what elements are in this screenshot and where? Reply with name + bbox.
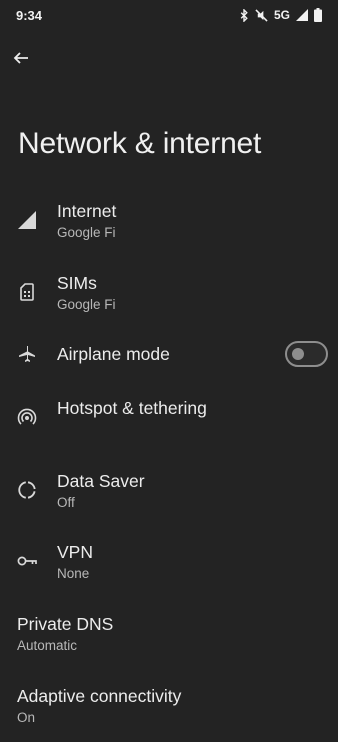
airplane-mode-toggle[interactable]	[285, 341, 328, 367]
list-item-label: Data Saver	[57, 471, 145, 491]
list-item-sims[interactable]: SIMs Google Fi	[0, 265, 338, 329]
status-bar: 9:34 5G	[0, 0, 338, 30]
page-title: Network & internet	[18, 127, 262, 160]
list-item-sublabel: Automatic	[17, 638, 78, 653]
status-time: 9:34	[16, 8, 43, 23]
list-item-label: Private DNS	[17, 614, 114, 634]
hotspot-icon	[16, 406, 38, 428]
list-item-label: SIMs	[57, 273, 97, 293]
list-item-sublabel: Off	[57, 495, 75, 510]
list-item-adaptive-connectivity[interactable]: Adaptive connectivity On	[0, 678, 338, 742]
signal-icon	[16, 209, 38, 231]
list-item-sublabel: Google Fi	[57, 297, 116, 312]
list-item-label: VPN	[57, 542, 93, 562]
cell-signal-icon	[296, 9, 308, 21]
toggle-knob	[292, 348, 304, 360]
list-item-data-saver[interactable]: Data Saver Off	[0, 463, 338, 527]
list-item-label: Internet	[57, 201, 117, 221]
arrow-back-icon	[13, 52, 28, 64]
battery-icon	[314, 8, 322, 22]
list-item-label: Airplane mode	[57, 344, 170, 364]
list-item-internet[interactable]: Internet Google Fi	[0, 193, 338, 257]
list-item-sublabel: On	[17, 710, 36, 725]
sim-card-icon	[16, 281, 38, 303]
list-item-hotspot-tethering[interactable]: Hotspot & tethering	[0, 390, 338, 454]
airplane-icon	[16, 343, 38, 365]
list-item-sublabel: Google Fi	[57, 225, 116, 240]
list-item-private-dns[interactable]: Private DNS Automatic	[0, 606, 338, 670]
do-not-disturb-off-icon	[255, 8, 268, 22]
network-type-label: 5G	[273, 8, 290, 22]
data-saver-icon	[16, 479, 38, 501]
list-item-sublabel: None	[57, 566, 90, 581]
key-icon	[16, 550, 38, 572]
status-icons: 5G	[239, 7, 322, 23]
list-item-vpn[interactable]: VPN None	[0, 534, 338, 598]
list-item-label: Adaptive connectivity	[17, 686, 182, 706]
back-button[interactable]	[8, 45, 34, 71]
list-item-label: Hotspot & tethering	[57, 398, 207, 418]
bluetooth-icon	[240, 8, 248, 22]
